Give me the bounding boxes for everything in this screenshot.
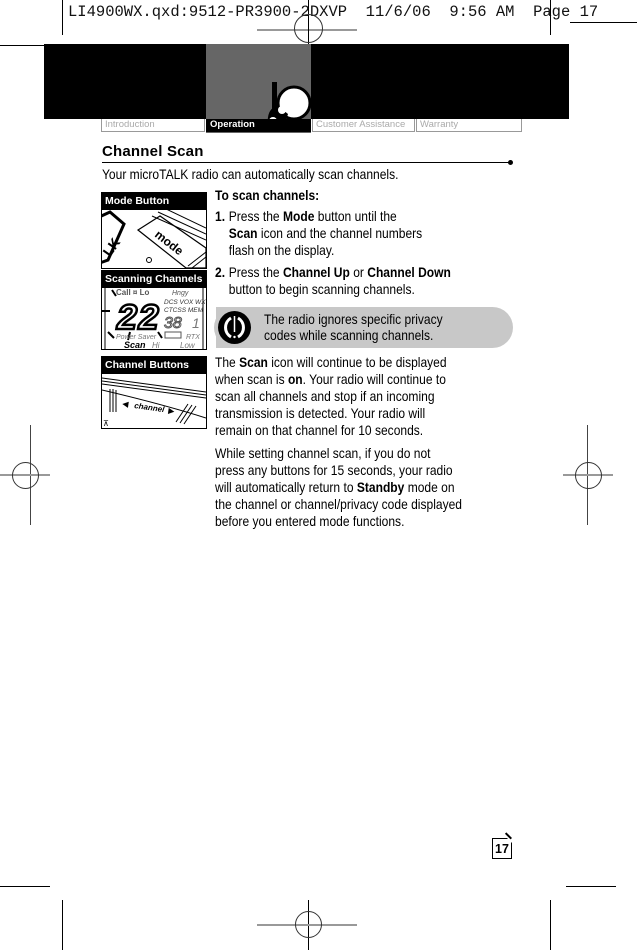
svg-text:RTX: RTX (186, 334, 200, 341)
crop-mark (0, 45, 50, 46)
note-callout: The radio ignores specific privacy codes… (214, 307, 513, 348)
emphasis-text: Channel Down (367, 264, 451, 280)
text-line: remain on that channel for 10 seconds. (215, 422, 424, 438)
crop-mark (570, 22, 637, 23)
emphasis-text: Channel Up (282, 264, 350, 280)
step-line: Press the Channel Up or Channel Down (229, 264, 451, 281)
crop-mark (0, 886, 50, 887)
svg-text:⊼: ⊼ (103, 419, 109, 428)
text-span: Press the (228, 264, 283, 280)
text-line: While setting channel scan, if you do no… (215, 445, 431, 461)
tab-customer-assistance[interactable]: Customer Assistance (312, 119, 415, 132)
text-line: scan all channels and stop if an incomin… (215, 388, 435, 404)
text-span: codes while scanning channels. (264, 327, 434, 343)
emphasis-text: on (287, 371, 303, 387)
emphasis-text: Mode (282, 208, 315, 224)
text-span: mode on (404, 479, 455, 495)
paragraph-timeout: While setting channel scan, if you do no… (215, 445, 462, 530)
lcd-sub-number: 1 (192, 315, 200, 331)
svg-text:Hngy: Hngy (172, 290, 189, 297)
text-span: button until the (314, 208, 397, 224)
emphasis-text: Scan (239, 354, 268, 370)
text-span: icon will continue to be displayed (267, 354, 447, 370)
text-span: when scan is (215, 371, 288, 387)
lcd-display-illustration: Call ¤ Lo Hngy 22 DCS VOX WX CTCSS MEM 3… (102, 285, 206, 349)
tab-warranty[interactable]: Warranty (416, 119, 522, 132)
svg-text:LK: LK (102, 235, 123, 259)
section-title: Channel Scan (102, 143, 204, 160)
emphasis-text: Standby (356, 479, 405, 495)
title-rule (102, 162, 511, 163)
info-note-icon (214, 307, 255, 348)
svg-text:Call ¤ Lo: Call ¤ Lo (116, 288, 149, 297)
figure-label: Mode Button (102, 193, 206, 210)
instructions-heading: To scan channels: (215, 187, 320, 203)
crop-mark (550, 0, 551, 35)
step-number: 2. (215, 264, 226, 280)
emphasis-text: Scan (228, 225, 258, 241)
channel-button-text: channel (134, 401, 166, 414)
section-intro: Your microTALK radio can automatically s… (102, 166, 399, 182)
text-line: transmission is detected. Your radio wil… (215, 405, 426, 421)
figure-scanning-channels: Scanning Channels Call ¤ Lo Hngy 22 DCS … (101, 270, 207, 350)
mode-button-text: mode (152, 227, 186, 258)
svg-text:▶: ▶ (168, 406, 176, 416)
text-line: the channel or channel/privacy code disp… (215, 496, 462, 512)
text-span: The (215, 354, 240, 370)
tab-operation[interactable]: Operation (206, 119, 311, 132)
page-number: 17 (492, 832, 513, 859)
tab-introduction[interactable]: Introduction (101, 119, 205, 132)
step-line: button to begin scanning channels. (228, 281, 415, 297)
svg-text:Hi: Hi (152, 341, 160, 349)
lcd-code-number: 38 (164, 315, 182, 332)
text-span: will automatically return to (215, 479, 357, 495)
channel-buttons-illustration: ◀ channel ▶ ⊼ (102, 377, 206, 428)
step-line: Scan icon and the channel numbers (229, 225, 451, 242)
instruction-step: 1. Press the Mode button until the Scan … (215, 208, 451, 259)
text-line: before you entered mode functions. (215, 513, 405, 529)
mode-button-illustration: LK mode (102, 207, 206, 268)
figure-channel-buttons: Channel Buttons ◀ channel ▶ ⊼ (101, 356, 207, 429)
step-number: 1. (215, 208, 226, 224)
text-line: when scan is on. Your radio will continu… (215, 371, 447, 388)
text-span: or (349, 264, 368, 280)
registration-mark-icon (294, 14, 323, 43)
figure-label: Scanning Channels (102, 271, 206, 288)
text-span: Press the (228, 208, 283, 224)
svg-text:DCS VOX WX: DCS VOX WX (164, 299, 206, 306)
registration-mark-icon (575, 462, 602, 489)
crop-mark (62, 900, 63, 950)
svg-text:Scan: Scan (124, 340, 146, 349)
registration-mark-icon (12, 462, 39, 489)
instructions: To scan channels: 1. Press the Mode butt… (215, 187, 451, 303)
crop-mark (566, 886, 616, 887)
text-span: icon and the channel numbers (257, 225, 423, 241)
text-span: The radio ignores specific privacy (264, 311, 443, 327)
text-span: . Your radio will continue to (302, 371, 446, 387)
figure-mode-button: Mode Button LK mode (101, 192, 207, 269)
text-line: The Scan icon will continue to be displa… (215, 354, 447, 371)
svg-text:◀: ◀ (122, 399, 130, 409)
title-rule-dot (508, 160, 513, 165)
text-line: press any buttons for 15 seconds, your r… (215, 462, 453, 478)
step-line: flash on the display. (228, 242, 335, 258)
instruction-step: 2. Press the Channel Up or Channel Down … (215, 264, 451, 298)
svg-text:Low: Low (180, 341, 196, 349)
step-line: Press the Mode button until the (229, 208, 451, 225)
print-slug: LI4900WX.qxd:9512-PR3900-2DXVP 11/6/06 9… (68, 3, 599, 21)
figure-label: Channel Buttons (102, 357, 206, 374)
note-text: The radio ignores specific privacy codes… (264, 311, 443, 343)
crop-mark (550, 900, 551, 950)
crop-mark (62, 0, 63, 35)
text-line: will automatically return to Standby mod… (215, 479, 462, 496)
svg-text:CTCSS MEM: CTCSS MEM (164, 307, 204, 314)
registration-mark-icon (295, 911, 322, 938)
paragraph-scan-behavior: The Scan icon will continue to be displa… (215, 354, 447, 439)
